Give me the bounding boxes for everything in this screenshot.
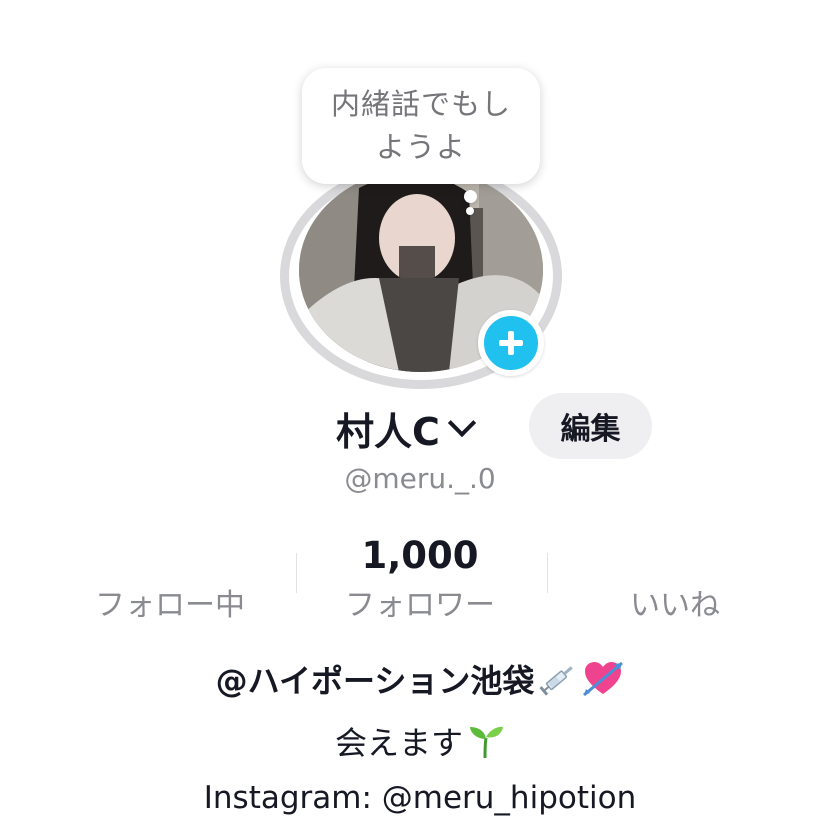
followers-label[interactable]: フォロワー xyxy=(310,580,530,624)
syringe-icon xyxy=(538,659,578,707)
followers-count[interactable]: 1,000 xyxy=(310,534,530,577)
seedling-icon xyxy=(467,722,505,768)
stats-divider xyxy=(296,553,297,593)
bio-meet-text: 会えます xyxy=(334,724,463,762)
username: @meru._.0 xyxy=(344,462,496,495)
likes-label: いいね xyxy=(630,588,720,623)
following-label[interactable]: フォロー中 xyxy=(60,580,280,624)
stats-divider xyxy=(547,553,548,593)
add-story-button[interactable] xyxy=(478,310,544,376)
display-name-switcher[interactable]: 村人C xyxy=(336,400,477,456)
note-bubble[interactable]: 内緒話でもしようよ xyxy=(302,68,540,184)
edit-profile-button[interactable]: 編集 xyxy=(529,393,652,459)
bio-shop-text: @ハイポーション池袋 xyxy=(215,662,535,700)
note-text: 内緒話でもしようよ xyxy=(330,87,511,164)
display-name: 村人C xyxy=(336,409,440,454)
bio-line-instagram[interactable]: Instagram: @meru_hipotion xyxy=(0,780,840,816)
heart-with-arrow-icon xyxy=(582,659,624,707)
bio-line-meet: 会えます xyxy=(0,718,840,768)
note-bubble-tail xyxy=(464,190,477,203)
bio-line-shop: @ハイポーション池袋 xyxy=(0,656,840,707)
chevron-down-icon xyxy=(447,408,477,438)
note-bubble-tail-small xyxy=(466,207,474,215)
